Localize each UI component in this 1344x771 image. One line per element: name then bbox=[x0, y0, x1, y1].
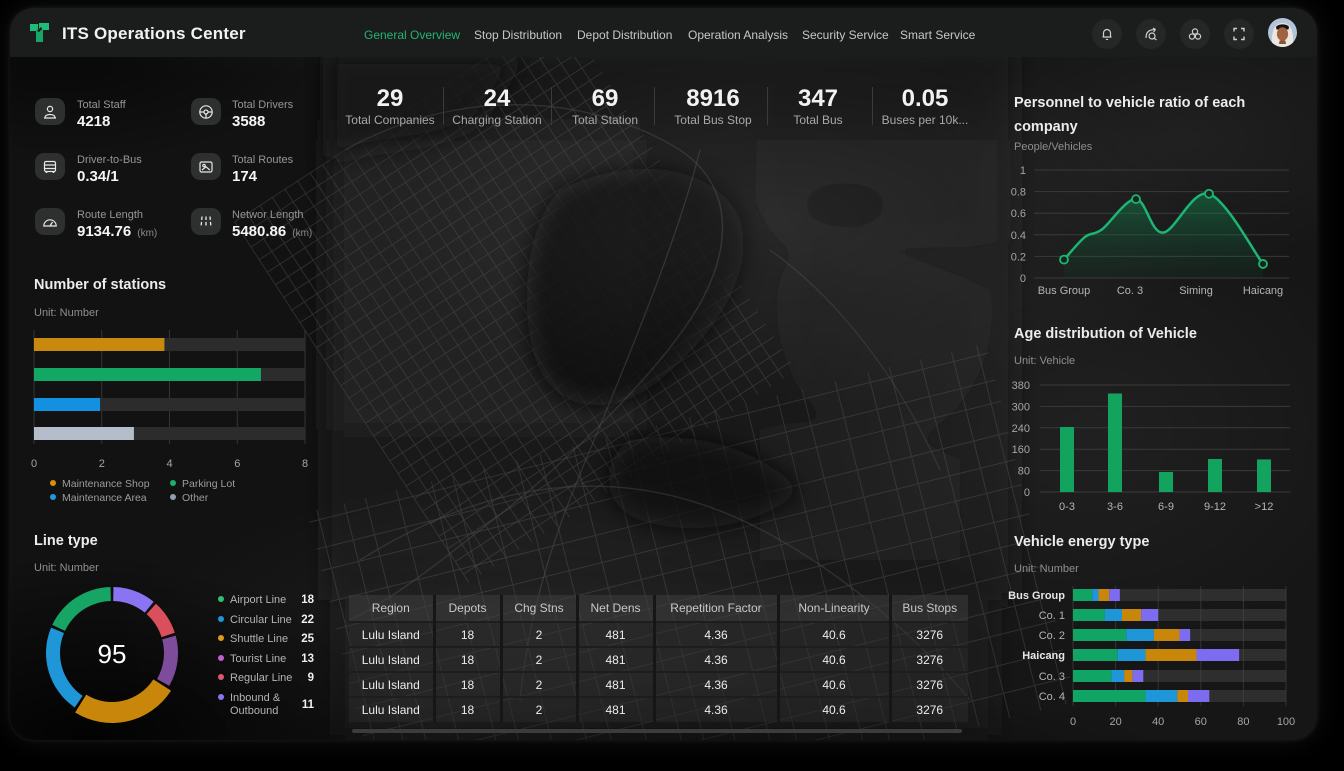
svg-text:Co. 1: Co. 1 bbox=[1039, 610, 1065, 622]
svg-text:60: 60 bbox=[1195, 716, 1207, 728]
svg-text:0.8: 0.8 bbox=[1011, 187, 1026, 199]
svg-text:Haicang: Haicang bbox=[1243, 285, 1283, 297]
svg-text:Co. 3: Co. 3 bbox=[1117, 285, 1143, 297]
svg-text:3-6: 3-6 bbox=[1107, 501, 1123, 512]
svg-text:Co. 2: Co. 2 bbox=[1039, 630, 1065, 642]
svg-text:40: 40 bbox=[1152, 716, 1164, 728]
svg-text:Bus Group: Bus Group bbox=[1038, 285, 1091, 297]
svg-text:>12: >12 bbox=[1255, 501, 1274, 512]
svg-text:0.2: 0.2 bbox=[1011, 251, 1026, 263]
svg-text:Co. 4: Co. 4 bbox=[1039, 691, 1065, 703]
svg-text:0: 0 bbox=[1070, 716, 1076, 728]
svg-text:1: 1 bbox=[1020, 165, 1026, 177]
svg-text:8: 8 bbox=[302, 458, 308, 470]
svg-text:2: 2 bbox=[99, 458, 105, 470]
svg-text:6-9: 6-9 bbox=[1158, 501, 1174, 512]
svg-text:80: 80 bbox=[1237, 716, 1249, 728]
svg-text:240: 240 bbox=[1012, 423, 1030, 435]
svg-text:20: 20 bbox=[1109, 716, 1121, 728]
svg-text:0: 0 bbox=[1024, 487, 1030, 499]
svg-text:0.6: 0.6 bbox=[1011, 208, 1026, 220]
svg-text:9-12: 9-12 bbox=[1204, 501, 1226, 512]
svg-text:0: 0 bbox=[1020, 273, 1026, 285]
svg-text:Siming: Siming bbox=[1179, 285, 1213, 297]
svg-text:6: 6 bbox=[234, 458, 240, 470]
svg-text:160: 160 bbox=[1012, 444, 1030, 456]
svg-text:380: 380 bbox=[1012, 380, 1030, 392]
svg-text:0: 0 bbox=[31, 458, 37, 470]
svg-text:0-3: 0-3 bbox=[1059, 501, 1075, 512]
svg-text:Co. 3: Co. 3 bbox=[1039, 671, 1065, 683]
svg-text:0.4: 0.4 bbox=[1011, 230, 1026, 242]
svg-text:80: 80 bbox=[1018, 466, 1030, 478]
svg-text:300: 300 bbox=[1012, 401, 1030, 413]
svg-text:Haicang: Haicang bbox=[1022, 650, 1065, 662]
svg-text:4: 4 bbox=[166, 458, 172, 470]
svg-text:100: 100 bbox=[1277, 716, 1295, 728]
svg-text:Bus Group: Bus Group bbox=[1008, 590, 1065, 602]
